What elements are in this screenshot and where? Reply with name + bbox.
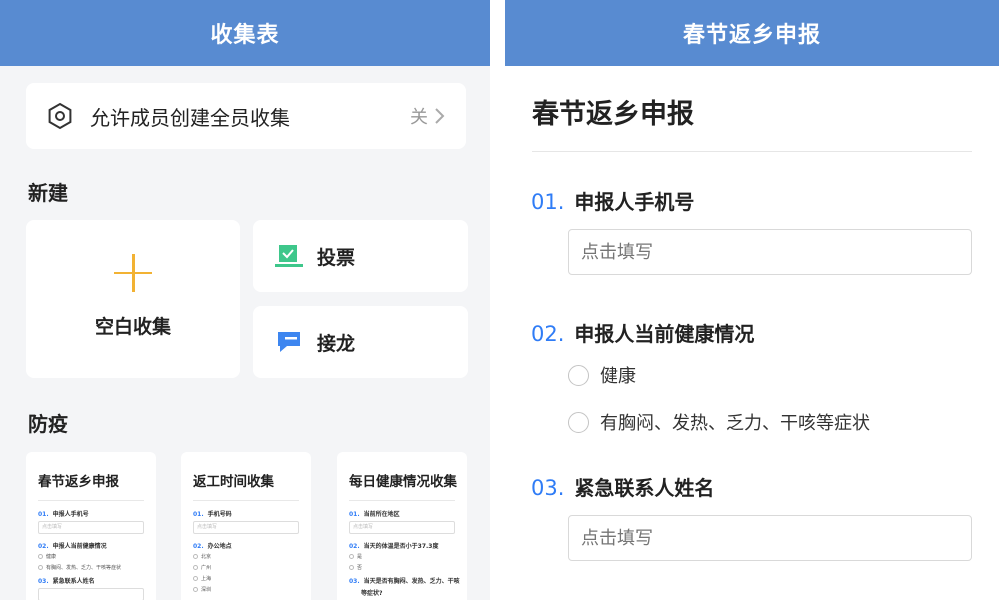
template-option: 北京: [193, 553, 299, 560]
divider: [193, 500, 299, 501]
question-2-label: 02. 申报人当前健康情况: [531, 322, 755, 346]
new-section-title: 新建: [28, 181, 68, 205]
vote-label: 投票: [317, 246, 356, 269]
form-title: 春节返乡申报: [532, 99, 694, 130]
template-card-return-time[interactable]: 返工时间收集 01. 手机号码 点击填写 02. 办公地点 北京 广州 上海 深圳: [181, 452, 311, 600]
template-question: 01. 当前所在地区: [349, 511, 400, 518]
template-question-cont: 等症状?: [361, 590, 383, 597]
epidemic-section-title: 防疫: [28, 412, 68, 436]
collection-list-panel: 收集表 允许成员创建全员收集 关 新建 空白收集 投票 接龙 防疫 春节返乡申报…: [0, 0, 490, 600]
relay-label: 接龙: [317, 332, 356, 355]
radio-circle-icon: [568, 364, 589, 386]
health-option-symptoms[interactable]: 有胸闷、发热、乏力、干咳等症状: [568, 409, 870, 435]
template-question: 01. 手机号码: [193, 511, 232, 518]
template-input-preview: 点击填写: [349, 521, 455, 534]
health-option-healthy[interactable]: 健康: [568, 362, 636, 388]
emergency-contact-input[interactable]: [568, 515, 972, 561]
template-input-preview: [38, 588, 144, 600]
phone-number-input[interactable]: [568, 229, 972, 275]
vote-check-icon: [275, 245, 303, 267]
template-question: 02. 申报人当前健康情况: [38, 543, 107, 550]
allow-members-create-row[interactable]: 允许成员创建全员收集 关: [26, 83, 466, 149]
blank-collection-label: 空白收集: [94, 315, 171, 338]
template-title: 返工时间收集: [193, 474, 274, 490]
allow-members-create-label: 允许成员创建全员收集: [90, 105, 290, 130]
template-question: 02. 当天的体温是否小于37.3度: [349, 543, 439, 550]
chat-bubble-icon: [278, 332, 300, 352]
divider: [38, 500, 144, 501]
template-option: 有胸闷、发热、乏力、干咳等症状: [38, 564, 144, 571]
plus-icon: [114, 253, 152, 292]
template-card-spring-festival[interactable]: 春节返乡申报 01. 申报人手机号 点击填写 02. 申报人当前健康情况 健康 有胸…: [26, 452, 156, 600]
chevron-right-icon: [435, 108, 445, 124]
divider: [349, 500, 455, 501]
template-input-preview: 点击填写: [193, 521, 299, 534]
hexagon-settings-icon: [48, 102, 72, 130]
allow-members-create-value: 关: [410, 107, 428, 128]
question-3-label: 03. 紧急联系人姓名: [531, 476, 715, 500]
template-option: 上海: [193, 575, 299, 582]
left-header-title: 收集表: [0, 0, 490, 66]
template-option: 深圳: [193, 586, 299, 593]
template-option: 是: [349, 553, 455, 560]
relay-card[interactable]: 接龙: [253, 306, 468, 378]
template-card-daily-health[interactable]: 每日健康情况收集 01. 当前所在地区 点击填写 02. 当天的体温是否小于37.3…: [337, 452, 467, 600]
template-question: 02. 办公地点: [193, 543, 232, 550]
template-question: 03. 当天是否有胸闷、发热、乏力、干咳: [349, 578, 460, 585]
blank-collection-card[interactable]: 空白收集: [26, 220, 240, 378]
template-question: 03. 紧急联系人姓名: [38, 578, 95, 585]
template-title: 每日健康情况收集: [349, 474, 457, 490]
form-preview-panel: 春节返乡申报 春节返乡申报 01.申报人手机号 02.申报人当前健康情况 健康 …: [505, 0, 999, 600]
vote-card[interactable]: 投票: [253, 220, 468, 292]
template-option: 广州: [193, 564, 299, 571]
question-1-label: 01. 申报人手机号: [531, 190, 695, 214]
radio-circle-icon: [568, 411, 589, 433]
template-option: 否: [349, 564, 455, 571]
form-divider: [532, 151, 972, 152]
template-question: 01. 申报人手机号: [38, 511, 89, 518]
template-title: 春节返乡申报: [38, 474, 119, 490]
template-input-preview: 点击填写: [38, 521, 144, 534]
right-header-title: 春节返乡申报: [505, 0, 999, 66]
template-option: 健康: [38, 553, 144, 560]
